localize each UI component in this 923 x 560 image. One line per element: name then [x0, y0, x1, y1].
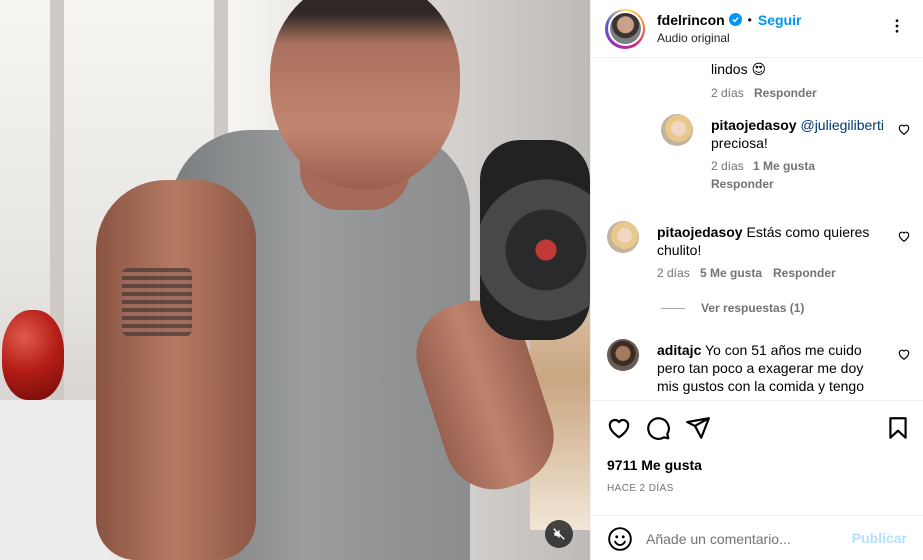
person-arm: [96, 180, 256, 560]
author-avatar[interactable]: [605, 8, 645, 49]
comment-text: pero tan poco a exagerar me doy: [657, 360, 864, 376]
comment-text: preciosa!: [711, 135, 768, 151]
commenter-avatar[interactable]: [607, 221, 639, 253]
comment-text: Yo con 51 años me cuido: [705, 342, 862, 358]
reply-button[interactable]: Responder: [711, 177, 774, 191]
post-side-panel: fdelrincon • Seguir Audio original lindo…: [590, 0, 923, 560]
more-horizontal-icon: [895, 19, 899, 33]
save-bookmark-icon[interactable]: [885, 415, 911, 441]
like-heart-icon[interactable]: [606, 415, 632, 441]
follow-button[interactable]: Seguir: [758, 11, 802, 29]
commenter-avatar[interactable]: [607, 339, 639, 371]
comment-text: mis gustos con la comida y tengo: [657, 378, 864, 394]
share-paper-plane-icon[interactable]: [685, 415, 711, 441]
post-header: fdelrincon • Seguir Audio original: [591, 0, 923, 58]
like-comment-heart-icon[interactable]: [897, 229, 911, 243]
mute-button[interactable]: [545, 520, 573, 548]
commenter-username[interactable]: aditajc: [657, 342, 701, 358]
post-date[interactable]: HACE 2 DÍAS: [607, 483, 674, 494]
verified-badge-icon: [728, 13, 742, 26]
more-options-button[interactable]: [885, 14, 909, 38]
separator-dot: •: [747, 12, 752, 27]
author-username[interactable]: fdelrincon: [657, 11, 725, 29]
view-replies-button[interactable]: Ver respuestas (1): [701, 301, 804, 315]
comment-age[interactable]: 2 días: [657, 266, 690, 280]
comment-like-count[interactable]: 5 Me gusta: [700, 266, 762, 280]
comment-body: pitaojedasoy @juliegiliberti: [711, 116, 884, 134]
flag-tattoo: [122, 268, 192, 336]
dumbbell: [480, 140, 590, 340]
post-actions: 9711 Me gusta HACE 2 DÍAS Publicar: [591, 400, 923, 560]
reply-button: Responder: [754, 86, 817, 100]
likes-count[interactable]: 9711 Me gusta: [607, 457, 702, 473]
publish-button[interactable]: Publicar: [852, 530, 907, 546]
comment-like-count[interactable]: 1 Me gusta: [753, 159, 815, 173]
emoji-smiley-icon[interactable]: [607, 526, 633, 552]
comment-input[interactable]: [646, 528, 841, 550]
comment-age[interactable]: 2 días: [711, 159, 744, 173]
post-video[interactable]: [0, 0, 590, 560]
like-comment-heart-icon[interactable]: [897, 122, 911, 136]
comment-body: pitaojedasoy Estás como quieres: [657, 223, 869, 241]
comment-age[interactable]: 2 días: [711, 86, 744, 100]
comment-bubble-icon[interactable]: [645, 415, 671, 441]
replies-divider: [661, 308, 685, 309]
comment-text: lindos 😍: [711, 61, 767, 77]
shelf: [0, 400, 110, 560]
reply-button[interactable]: Responder: [773, 266, 836, 280]
comments-list[interactable]: lindos 😍 2 días Responder pitaojedasoy @…: [591, 59, 923, 399]
like-comment-heart-icon[interactable]: [897, 347, 911, 361]
commenter-avatar[interactable]: [661, 114, 693, 146]
comment-text: chulito!: [657, 242, 702, 258]
red-apple-decoration: [2, 310, 64, 400]
mention-link[interactable]: @juliegiliberti: [800, 117, 883, 133]
commenter-username[interactable]: pitaojedasoy: [657, 224, 743, 240]
speaker-muted-icon: [553, 528, 565, 540]
commenter-username[interactable]: pitaojedasoy: [711, 117, 797, 133]
audio-label[interactable]: Audio original: [657, 29, 801, 47]
add-comment-bar: Publicar: [591, 515, 923, 560]
comment-body: aditajc Yo con 51 años me cuido: [657, 341, 862, 359]
comment-text: Estás como quieres: [746, 224, 870, 240]
